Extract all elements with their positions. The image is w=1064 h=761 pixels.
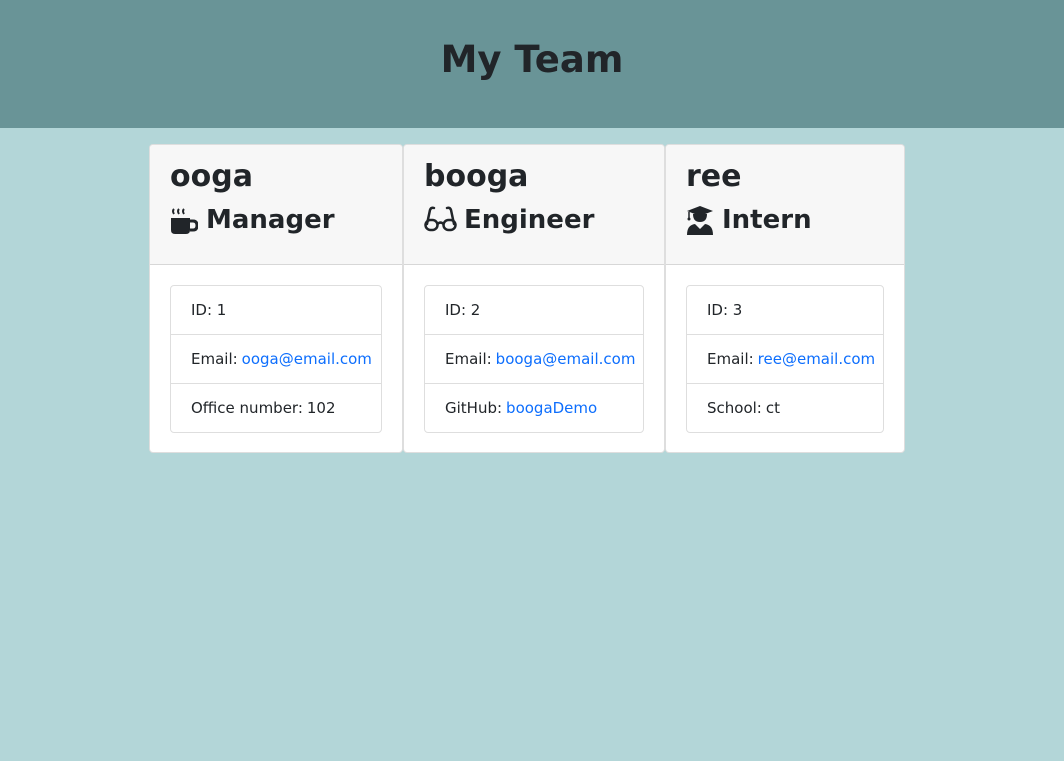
email-item: Email: ree@email.com xyxy=(687,334,883,383)
github-item: GitHub: boogaDemo xyxy=(425,383,643,432)
id-item: ID: 2 xyxy=(445,301,481,319)
team-cards: ooga Manager ID: 1 Email: ooga@email.com… xyxy=(0,128,1064,761)
employee-details: ID: 1 Email: ooga@email.com Office numbe… xyxy=(170,285,382,433)
page-header: My Team xyxy=(0,0,1064,128)
employee-card-engineer: booga Engineer ID: 2 Email: booga@email.… xyxy=(403,144,665,453)
email-link[interactable]: ooga@email.com xyxy=(242,350,372,368)
employee-role: Intern xyxy=(686,202,884,238)
email-label: Email: xyxy=(707,350,754,368)
email-link[interactable]: booga@email.com xyxy=(496,350,636,368)
card-header: booga Engineer xyxy=(404,145,664,265)
email-item: Email: booga@email.com xyxy=(425,334,643,383)
card-body: ID: 2 Email: booga@email.com GitHub: boo… xyxy=(404,265,664,452)
id-item: ID: 3 xyxy=(707,301,743,319)
page-title: My Team xyxy=(440,37,624,81)
office-number-value: 102 xyxy=(306,399,336,417)
school-item: School: ct xyxy=(687,383,883,432)
school-label: School: xyxy=(707,399,762,417)
github-link[interactable]: boogaDemo xyxy=(506,399,597,417)
github-label: GitHub: xyxy=(445,399,503,417)
role-label: Intern xyxy=(722,205,812,235)
mug-hot-icon xyxy=(171,208,198,234)
email-label: Email: xyxy=(191,350,238,368)
employee-details: ID: 2 Email: booga@email.com GitHub: boo… xyxy=(424,285,644,433)
employee-name: booga xyxy=(424,159,529,194)
employee-details: ID: 3 Email: ree@email.com School: ct xyxy=(686,285,884,433)
id-item: ID: 1 xyxy=(191,301,227,319)
card-body: ID: 3 Email: ree@email.com School: ct xyxy=(666,265,904,452)
school-value: ct xyxy=(765,399,780,417)
office-number-label: Office number: xyxy=(191,399,303,417)
email-item: Email: ooga@email.com xyxy=(171,334,381,383)
glasses-icon xyxy=(424,206,457,232)
employee-role: Manager xyxy=(170,202,382,238)
employee-card-intern: ree Intern ID: 3 Email: ree@email.com Sc… xyxy=(665,144,905,453)
employee-name: ree xyxy=(686,159,742,194)
card-header: ree Intern xyxy=(666,145,904,265)
card-header: ooga Manager xyxy=(150,145,402,265)
email-link[interactable]: ree@email.com xyxy=(758,350,875,368)
card-body: ID: 1 Email: ooga@email.com Office numbe… xyxy=(150,265,402,452)
role-label: Manager xyxy=(206,205,335,235)
role-label: Engineer xyxy=(464,205,595,235)
employee-name: ooga xyxy=(170,159,253,194)
email-label: Email: xyxy=(445,350,492,368)
user-graduate-icon xyxy=(687,206,713,235)
employee-role: Engineer xyxy=(424,202,644,238)
employee-card-manager: ooga Manager ID: 1 Email: ooga@email.com… xyxy=(149,144,403,453)
office-number-item: Office number: 102 xyxy=(171,383,381,432)
